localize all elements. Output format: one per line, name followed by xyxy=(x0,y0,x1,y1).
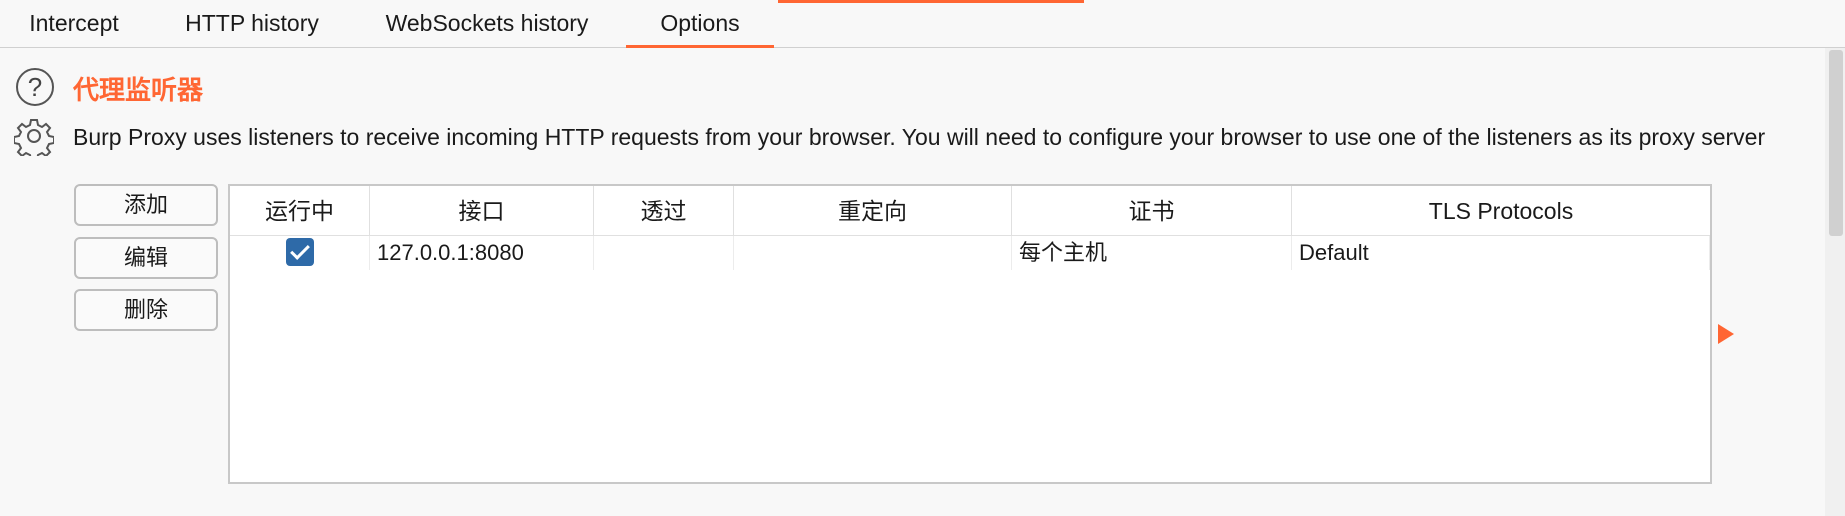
tab-bar: Intercept HTTP history WebSockets histor… xyxy=(0,0,1845,48)
column-header-certificate[interactable]: 证书 xyxy=(1012,186,1292,236)
edit-button[interactable]: 编辑 xyxy=(74,237,218,279)
column-header-interface[interactable]: 接口 xyxy=(370,186,594,236)
section-description: Burp Proxy uses listeners to receive inc… xyxy=(73,124,1766,150)
table-row[interactable]: 127.0.0.1:8080 每个主机 Default xyxy=(230,236,1710,270)
tab-options[interactable]: Options xyxy=(626,0,774,48)
certificate-cell: 每个主机 xyxy=(1012,236,1292,270)
gear-icon[interactable] xyxy=(14,116,54,156)
interface-cell: 127.0.0.1:8080 xyxy=(370,236,594,270)
help-icon[interactable]: ? xyxy=(16,68,54,106)
tab-http-history[interactable]: HTTP history xyxy=(170,0,334,48)
column-header-redirect[interactable]: 重定向 xyxy=(734,186,1012,236)
tab-intercept[interactable]: Intercept xyxy=(0,0,148,48)
running-checkbox[interactable] xyxy=(285,238,314,266)
expand-arrow-icon[interactable] xyxy=(1718,324,1734,344)
tab-websockets-history[interactable]: WebSockets history xyxy=(372,0,602,48)
remove-button[interactable]: 删除 xyxy=(74,289,218,331)
column-header-tls-protocols[interactable]: TLS Protocols xyxy=(1292,186,1710,236)
listeners-table: 运行中 接口 透过 重定向 证书 TLS Protocols 127.0.0.1… xyxy=(228,184,1712,484)
invisible-cell xyxy=(594,236,734,270)
scrollbar-thumb[interactable] xyxy=(1829,50,1843,236)
column-header-invisible[interactable]: 透过 xyxy=(594,186,734,236)
running-cell xyxy=(230,236,370,270)
tls-cell: Default xyxy=(1292,236,1710,270)
redirect-cell xyxy=(734,236,1012,270)
section-title: 代理监听器 xyxy=(73,75,204,105)
top-accent-bar xyxy=(778,0,1084,3)
vertical-scrollbar[interactable] xyxy=(1825,48,1845,516)
add-button[interactable]: 添加 xyxy=(74,184,218,226)
table-header: 运行中 接口 透过 重定向 证书 TLS Protocols xyxy=(230,186,1710,236)
column-header-running[interactable]: 运行中 xyxy=(230,186,370,236)
